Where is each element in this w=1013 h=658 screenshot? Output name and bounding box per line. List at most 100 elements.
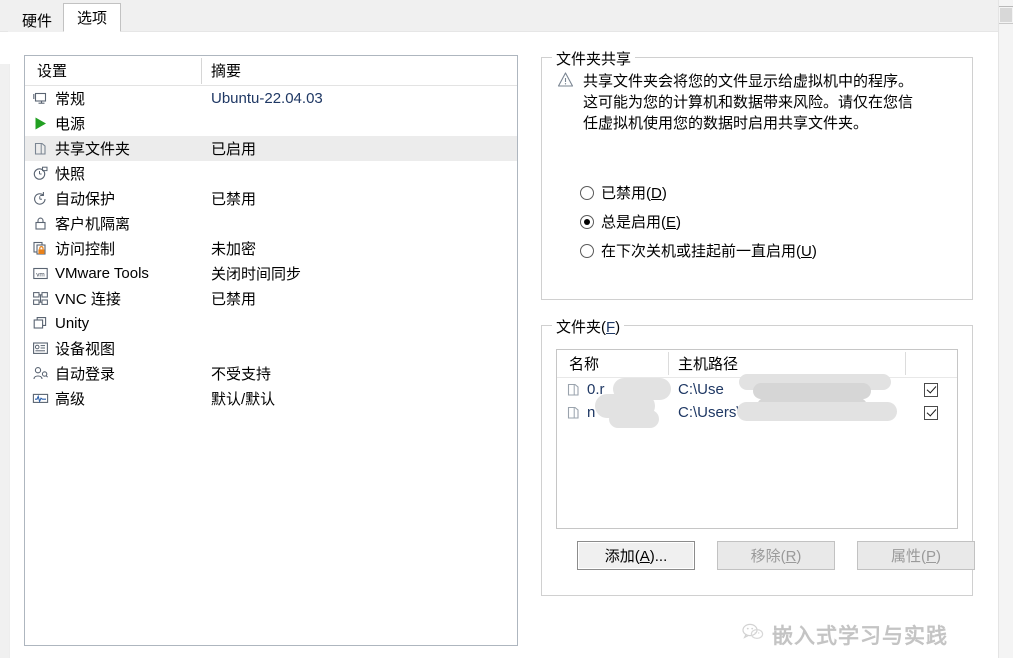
settings-row-name: 访问控制: [25, 238, 201, 259]
folder-name-cell: n: [557, 404, 668, 421]
access-control-lock-icon: [32, 240, 49, 257]
settings-row-访问控制[interactable]: 访问控制 未加密: [25, 236, 517, 261]
monitor-icon: [32, 90, 49, 107]
folder-sharing-warning: 共享文件夹会将您的文件显示给虚拟机中的程序。这可能为您的计算机和数据带来风险。请…: [557, 71, 957, 134]
window-vertical-scrollbar[interactable]: [998, 0, 1013, 658]
folder-host-path-text: C:\Use: [678, 381, 724, 398]
settings-row-自动保护[interactable]: 自动保护 已禁用: [25, 186, 517, 211]
share-radio-option-0[interactable]: 已禁用(D): [580, 178, 817, 207]
watermark-title: 嵌入式学习与实践: [772, 625, 948, 648]
folders-button-label: 移除(R): [751, 545, 802, 566]
share-radio-option-1[interactable]: 总是启用(E): [580, 207, 817, 236]
settings-list-header: 设置 摘要: [25, 56, 517, 86]
share-radio-mnemonic: E: [666, 214, 677, 231]
page-left-gutter: [0, 64, 10, 658]
folder-enabled-checkbox[interactable]: [924, 382, 938, 397]
settings-row-name: 自动保护: [25, 188, 201, 209]
folder-host-path-cell: C:\Users\: [668, 404, 905, 421]
folders-table-row[interactable]: n C:\Users\: [557, 401, 957, 424]
folders-button-label-start: 属性(: [890, 548, 926, 565]
settings-row-常规[interactable]: 常规 Ubuntu-22.04.03: [25, 86, 517, 111]
settings-row-summary: 未加密: [211, 241, 257, 258]
folders-table-row[interactable]: 0.r C:\Use: [557, 378, 957, 401]
folders-button-label-end: )...: [649, 548, 668, 565]
folder-icon: [565, 381, 582, 398]
tab-hardware[interactable]: 硬件: [8, 8, 67, 32]
scrollbar-thumb[interactable]: [1000, 8, 1012, 22]
wechat-icon: [742, 623, 764, 647]
settings-row-vmware-tools[interactable]: vm VMware Tools 关闭时间同步: [25, 261, 517, 286]
settings-row-name: 自动登录: [25, 363, 201, 384]
folders-button-row: 添加(A)... 移除(R) 属性(P): [577, 541, 975, 570]
scrollbar-bottom-divider: [999, 23, 1013, 24]
settings-row-name: 设备视图: [25, 338, 201, 359]
settings-row-vnc-连接[interactable]: VNC 连接 已禁用: [25, 286, 517, 311]
settings-row-label: 自动保护: [55, 191, 116, 208]
share-radio-label-text: 在下次关机或挂起前一直启用(: [601, 243, 801, 260]
share-radio-label-end: ): [661, 185, 667, 202]
share-radio-label: 总是启用(E): [601, 211, 681, 232]
folder-host-path-text: C:\Users\: [678, 404, 741, 421]
shared-folder-icon: [32, 140, 49, 157]
share-radio-option-2[interactable]: 在下次关机或挂起前一直启用(U): [580, 236, 817, 265]
warning-triangle-icon: [557, 71, 574, 134]
settings-row-name: 快照: [25, 163, 201, 184]
radio-indicator[interactable]: [580, 214, 594, 229]
settings-row-name: 客户机隔离: [25, 213, 201, 234]
folders-column-separator-2: [905, 352, 906, 375]
share-radio-mnemonic: U: [801, 243, 812, 260]
folders-title: 文件夹(F): [552, 316, 625, 337]
tab-options-label: 选项: [77, 10, 108, 27]
settings-row-label: 常规: [55, 91, 86, 108]
share-radio-label-text: 总是启用(: [601, 214, 666, 231]
share-radio-label-end: ): [811, 243, 817, 260]
settings-row-快照[interactable]: 快照: [25, 161, 517, 186]
column-separator: [201, 58, 202, 84]
folders-button-label-start: 移除(: [750, 548, 786, 565]
device-view-icon: [32, 340, 49, 357]
tab-strip: 硬件 选项: [0, 0, 1013, 32]
settings-row-summary: 默认/默认: [211, 391, 276, 408]
folders-button-label-start: 添加(: [604, 548, 640, 565]
settings-row-共享文件夹[interactable]: 共享文件夹 已启用: [25, 136, 517, 161]
settings-row-summary: 关闭时间同步: [211, 266, 302, 283]
folders-group: 文件夹(F) 名称 主机路径 0.r C:\Use n C:\Users\ 添加…: [541, 316, 975, 596]
settings-row-电源[interactable]: 电源: [25, 111, 517, 136]
auto-login-icon: [32, 365, 49, 382]
settings-row-label: 高级: [55, 391, 86, 408]
radio-indicator[interactable]: [580, 185, 594, 200]
column-header-summary[interactable]: 摘要: [201, 60, 517, 81]
settings-row-name: 常规: [25, 88, 201, 109]
settings-row-客户机隔离[interactable]: 客户机隔离: [25, 211, 517, 236]
column-header-settings[interactable]: 设置: [25, 60, 201, 81]
vm-settings-window: 硬件 选项 设置 摘要 常规 Ubuntu-22.04.03 电源 共享文件夹 已启用快…: [0, 0, 1013, 658]
radio-indicator[interactable]: [580, 243, 594, 258]
tab-options[interactable]: 选项: [63, 3, 122, 32]
settings-list[interactable]: 设置 摘要 常规 Ubuntu-22.04.03 电源 共享文件夹 已启用 快照 自动保护已…: [24, 55, 518, 646]
settings-row-unity[interactable]: Unity: [25, 311, 517, 336]
settings-row-summary: Ubuntu-22.04.03: [211, 90, 323, 107]
folders-button-label: 添加(A)...: [605, 545, 668, 566]
settings-row-高级[interactable]: 高级 默认/默认: [25, 386, 517, 411]
folder-enabled-checkbox[interactable]: [924, 405, 938, 420]
settings-row-name: Unity: [25, 315, 201, 332]
folders-table-rows: 0.r C:\Use n C:\Users\: [557, 378, 957, 424]
settings-row-设备视图[interactable]: 设备视图: [25, 336, 517, 361]
folders-table[interactable]: 名称 主机路径 0.r C:\Use n C:\Users\: [556, 349, 958, 529]
power-play-icon: [32, 115, 49, 132]
folder-host-path-cell: C:\Use: [668, 381, 905, 398]
unity-windows-icon: [32, 315, 49, 332]
settings-row-label: VNC 连接: [55, 291, 121, 308]
folder-name-text: 0.r: [587, 381, 605, 398]
folders-title-mnemonic: F: [606, 319, 616, 336]
folders-button-label-end: ): [936, 548, 941, 565]
folders-button-0[interactable]: 添加(A)...: [577, 541, 695, 570]
folders-column-header-name[interactable]: 名称: [557, 353, 668, 374]
settings-row-自动登录[interactable]: 自动登录 不受支持: [25, 361, 517, 386]
vmware-tools-icon: vm: [32, 265, 49, 282]
settings-row-label: VMware Tools: [55, 265, 149, 282]
folders-column-header-host-path[interactable]: 主机路径: [668, 353, 957, 374]
settings-row-label: Unity: [55, 315, 90, 332]
watermark-line-1: 嵌入式学习与实践: [742, 620, 992, 650]
scrollbar-top-divider: [999, 6, 1013, 7]
